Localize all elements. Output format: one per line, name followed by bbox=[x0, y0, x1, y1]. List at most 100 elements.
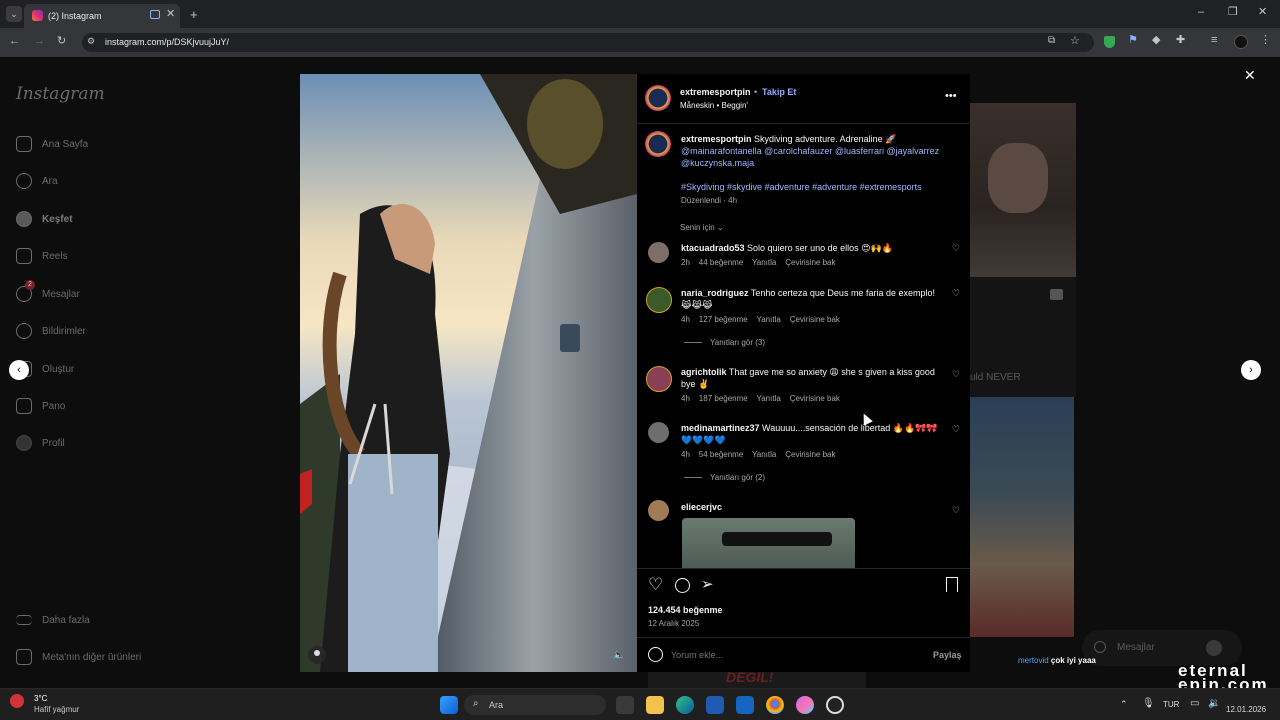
bookmark-star-icon[interactable]: ☆ bbox=[1070, 36, 1080, 47]
weather-alert-icon[interactable] bbox=[10, 694, 24, 708]
comment-username[interactable]: medinamartinez37 bbox=[681, 423, 760, 433]
post-comment-button[interactable]: Paylaş bbox=[933, 650, 962, 660]
forward-icon[interactable]: → bbox=[34, 36, 45, 47]
comment-likes[interactable]: 187 beğenme bbox=[699, 394, 748, 403]
back-icon[interactable]: ← bbox=[9, 36, 20, 47]
comment-username[interactable]: eliecerjvc bbox=[681, 502, 722, 512]
comment-username[interactable]: naria_rodriguez bbox=[681, 288, 749, 298]
reply-button[interactable]: Yanıtla bbox=[756, 394, 780, 403]
extensions-puzzle-icon[interactable]: ✚ bbox=[1176, 35, 1185, 46]
more-options-icon[interactable]: ••• bbox=[945, 90, 957, 102]
view-replies-button[interactable]: Yanıtları gör (3) bbox=[684, 338, 765, 347]
taskbar-date[interactable]: 12.01.2026 bbox=[1226, 705, 1266, 714]
tab-search-button[interactable]: ⌄ bbox=[6, 6, 22, 22]
bg-thumbnail-man[interactable] bbox=[970, 103, 1076, 277]
comment-avatar[interactable] bbox=[646, 287, 672, 313]
restore-icon[interactable]: ❐ bbox=[1228, 7, 1238, 18]
reply-button[interactable]: Yanıtla bbox=[752, 450, 776, 459]
sidebar-item-profile[interactable]: Profil bbox=[16, 432, 65, 454]
diamond-extension-icon[interactable]: ◆ bbox=[1152, 35, 1160, 46]
outlook-icon[interactable] bbox=[736, 696, 754, 714]
browser-tab[interactable]: (2) Instagram ✕ bbox=[24, 4, 180, 28]
shield-extension-icon[interactable] bbox=[1104, 36, 1115, 48]
comment-like-icon[interactable]: ♡ bbox=[952, 505, 960, 516]
translate-button[interactable]: Çevirisine bak bbox=[790, 315, 840, 324]
comment-avatar[interactable] bbox=[648, 422, 669, 443]
like-heart-icon[interactable]: ♡ bbox=[648, 575, 663, 595]
ms-store-icon[interactable] bbox=[706, 696, 724, 714]
comment-likes[interactable]: 127 beğenme bbox=[699, 315, 748, 324]
comment-avatar[interactable] bbox=[648, 242, 669, 263]
sidebar-item-home[interactable]: Ana Sayfa bbox=[16, 133, 88, 155]
comment-like-icon[interactable]: ♡ bbox=[952, 369, 960, 380]
volume-icon[interactable]: 🔈 bbox=[613, 650, 625, 661]
comment-filter-dropdown[interactable]: Senin için ⌄ bbox=[680, 223, 724, 232]
save-bookmark-icon[interactable] bbox=[946, 577, 958, 592]
profile-avatar[interactable] bbox=[1234, 35, 1248, 49]
bg-thumbnail-slide[interactable] bbox=[970, 397, 1074, 637]
weather-temp[interactable]: 3°C bbox=[34, 694, 47, 703]
sidebar-more[interactable]: Daha fazla bbox=[16, 609, 90, 631]
author-avatar[interactable] bbox=[645, 85, 671, 111]
share-paper-plane-icon[interactable]: ➢ bbox=[701, 575, 714, 593]
next-post-button[interactable]: › bbox=[1241, 360, 1261, 380]
comment-avatar[interactable] bbox=[646, 366, 672, 392]
follow-button[interactable]: Takip Et bbox=[762, 87, 796, 97]
chrome-taskbar-icon[interactable] bbox=[766, 696, 784, 714]
copilot-icon[interactable] bbox=[796, 696, 814, 714]
caption-username[interactable]: extremesportpin bbox=[681, 134, 752, 144]
comments-list[interactable]: extremesportpin Skydiving adventure. Adr… bbox=[637, 124, 970, 568]
sidebar-item-reels[interactable]: Reels bbox=[16, 245, 68, 267]
file-explorer-icon[interactable] bbox=[646, 696, 664, 714]
menu-dots-icon[interactable]: ⋮ bbox=[1260, 35, 1271, 46]
post-video[interactable]: 🔈 bbox=[300, 74, 637, 672]
tagged-users-button[interactable] bbox=[308, 646, 326, 664]
comment-likes[interactable]: 44 beğenme bbox=[699, 258, 743, 267]
caption-mentions[interactable]: @mainarafontanella @carolchafauzer @luas… bbox=[681, 145, 951, 169]
comment-bubble-icon[interactable] bbox=[675, 578, 690, 593]
comment-avatar[interactable] bbox=[648, 500, 669, 521]
bg-thumbnail-text[interactable]: uld NEVER bbox=[970, 277, 1076, 397]
comment-image[interactable] bbox=[682, 518, 855, 568]
window-close-icon[interactable]: ✕ bbox=[1258, 7, 1267, 18]
translate-button[interactable]: Çevirisine bak bbox=[785, 450, 835, 459]
view-replies-button[interactable]: Yanıtları gör (2) bbox=[684, 473, 765, 482]
sidebar-item-search[interactable]: Ara bbox=[16, 170, 58, 192]
obs-icon[interactable] bbox=[826, 696, 844, 714]
taskbar-search[interactable]: ⌕ Ara bbox=[464, 695, 606, 715]
network-icon[interactable]: ▭ bbox=[1190, 698, 1199, 709]
language-indicator[interactable]: TUR bbox=[1163, 700, 1179, 709]
tab-close-icon[interactable]: ✕ bbox=[166, 9, 175, 20]
reply-button[interactable]: Yanıtla bbox=[756, 315, 780, 324]
minimize-icon[interactable]: – bbox=[1198, 7, 1204, 18]
reload-icon[interactable]: ↻ bbox=[57, 36, 66, 47]
author-username[interactable]: extremesportpin bbox=[680, 87, 751, 97]
tray-chevron-icon[interactable]: ⌃ bbox=[1120, 699, 1128, 710]
comment-like-icon[interactable]: ♡ bbox=[952, 288, 960, 299]
install-app-icon[interactable]: ⧉ bbox=[1048, 36, 1055, 46]
music-info[interactable]: Måneskin • Beggin' bbox=[680, 101, 748, 110]
comment-username[interactable]: agrichtolik bbox=[681, 367, 727, 377]
comment-like-icon[interactable]: ♡ bbox=[952, 424, 960, 435]
translate-button[interactable]: Çevirisine bak bbox=[790, 394, 840, 403]
address-bar[interactable]: ⚙ instagram.com/p/DSKjvuujJuY/ ⧉ ☆ bbox=[82, 33, 1094, 52]
translate-button[interactable]: Çevirisine bak bbox=[785, 258, 835, 267]
close-icon[interactable]: ✕ bbox=[1244, 67, 1256, 84]
microphone-icon[interactable]: 🎙 bbox=[1142, 698, 1155, 709]
comment-likes[interactable]: 54 beğenme bbox=[699, 450, 743, 459]
start-windows-icon[interactable] bbox=[440, 696, 458, 714]
comment-like-icon[interactable]: ♡ bbox=[952, 243, 960, 254]
reading-list-icon[interactable]: ≡ bbox=[1211, 35, 1217, 46]
sidebar-item-explore[interactable]: Keşfet bbox=[16, 208, 73, 230]
sidebar-item-dashboard[interactable]: Pano bbox=[16, 395, 65, 417]
sidebar-meta[interactable]: Meta'nın diğer ürünleri bbox=[16, 646, 141, 668]
previous-post-button[interactable]: ‹ bbox=[9, 360, 29, 380]
extension-icon[interactable]: ⚑ bbox=[1128, 35, 1138, 46]
sidebar-item-messages[interactable]: Mesajlar 2 bbox=[16, 280, 80, 305]
sidebar-item-notifications[interactable]: Bildirimler bbox=[16, 320, 86, 342]
site-info-icon[interactable]: ⚙ bbox=[87, 37, 95, 46]
instagram-logo[interactable]: Instagram bbox=[16, 84, 105, 104]
reply-button[interactable]: Yanıtla bbox=[752, 258, 776, 267]
emoji-icon[interactable] bbox=[648, 647, 663, 662]
task-view-icon[interactable] bbox=[616, 696, 634, 714]
